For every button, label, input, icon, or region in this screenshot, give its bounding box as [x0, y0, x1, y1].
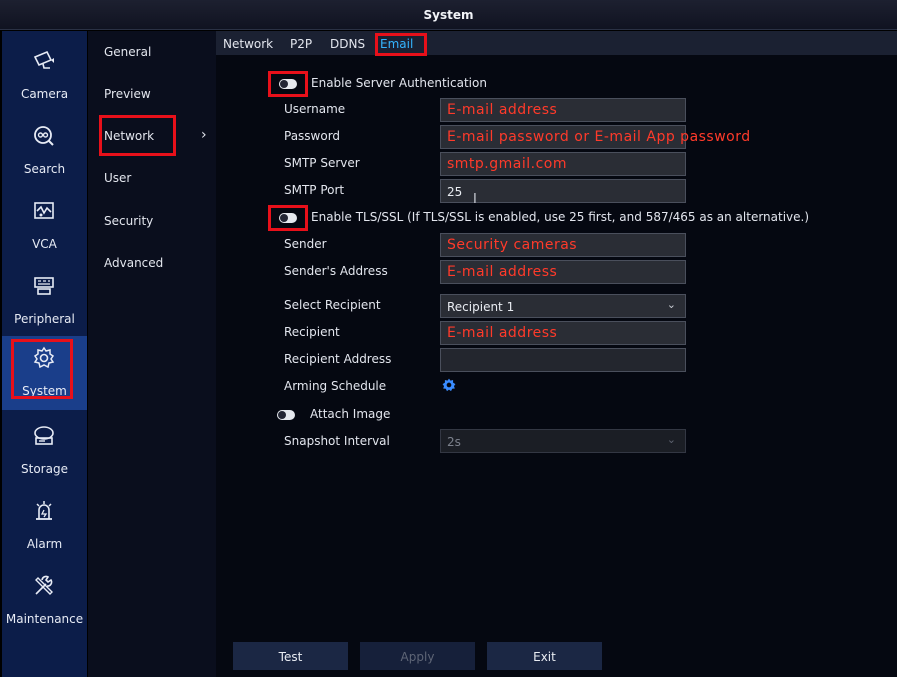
smtp-port-label: SMTP Port: [284, 183, 345, 197]
test-button[interactable]: Test: [233, 642, 348, 670]
tab-bar: Network P2P DDNS Email: [216, 31, 897, 55]
subnav-item-security[interactable]: Security: [104, 214, 153, 228]
text-cursor-icon: I: [473, 192, 477, 207]
select-recipient-value: Recipient 1: [447, 300, 515, 314]
smtp-port-field[interactable]: 25: [440, 179, 686, 203]
tab-p2p[interactable]: P2P: [290, 37, 312, 51]
chevron-right-icon: ›: [201, 127, 207, 143]
system-gear-icon: [33, 346, 55, 369]
left-nav: Camera Search VCA Peripheral System Stor…: [2, 31, 87, 677]
chevron-down-icon: ⌄: [666, 433, 676, 446]
snapshot-interval-label: Snapshot Interval: [284, 434, 390, 448]
exit-button[interactable]: Exit: [487, 642, 602, 670]
tab-email[interactable]: Email: [380, 37, 413, 51]
recipient-address-field[interactable]: [440, 348, 686, 372]
server-auth-label: Enable Server Authentication: [311, 76, 487, 90]
username-label: Username: [284, 102, 346, 116]
nav-search[interactable]: Search: [2, 114, 87, 188]
sender-label: Sender: [284, 237, 327, 251]
maintenance-icon: [35, 575, 53, 595]
smtp-server-field[interactable]: smtp.gmail.com: [440, 152, 686, 176]
window-title: System: [423, 8, 474, 22]
password-label: Password: [284, 129, 341, 143]
attach-image-label: Attach Image: [310, 407, 391, 421]
subnav-item-preview[interactable]: Preview: [104, 87, 151, 101]
smtp-server-label: SMTP Server: [284, 156, 360, 170]
nav-peripheral[interactable]: Peripheral: [2, 264, 87, 338]
sender-address-field[interactable]: E-mail address: [440, 260, 686, 284]
nav-system[interactable]: System: [2, 336, 87, 410]
nav-maintenance[interactable]: Maintenance: [2, 564, 87, 638]
subnav-item-advanced[interactable]: Advanced: [104, 256, 163, 270]
tab-network[interactable]: Network: [223, 37, 273, 51]
password-field[interactable]: E-mail password or E-mail App password: [440, 125, 750, 149]
search-icon: [34, 126, 54, 146]
apply-button[interactable]: Apply: [360, 642, 475, 670]
server-auth-toggle[interactable]: [279, 79, 297, 89]
recipient-address-label: Recipient Address: [284, 352, 392, 366]
arming-schedule-label: Arming Schedule: [284, 379, 387, 393]
subnav-item-user[interactable]: User: [104, 171, 131, 185]
nav-camera[interactable]: Camera: [2, 39, 87, 113]
camera-icon: [33, 50, 54, 69]
main-panel: Network P2P DDNS Email Enable Server Aut…: [216, 31, 897, 677]
nav-label: VCA: [32, 237, 57, 251]
nav-alarm[interactable]: Alarm: [2, 489, 87, 563]
nav-label: Camera: [20, 87, 69, 101]
attach-image-toggle[interactable]: [277, 410, 295, 420]
snapshot-interval-value: 2s: [447, 435, 461, 449]
nav-label: Maintenance: [5, 612, 84, 626]
tls-toggle[interactable]: [279, 213, 297, 223]
tab-ddns[interactable]: DDNS: [330, 37, 365, 51]
peripheral-icon: [34, 277, 54, 295]
nav-storage[interactable]: Storage: [2, 414, 87, 488]
snapshot-interval-dropdown: 2s ⌄: [440, 429, 686, 453]
select-recipient-label: Select Recipient: [284, 298, 381, 312]
recipient-field[interactable]: E-mail address: [440, 321, 686, 345]
alarm-icon: [36, 501, 52, 520]
sender-field[interactable]: Security cameras: [440, 233, 686, 257]
vca-icon: [34, 202, 54, 219]
subnav-item-network[interactable]: Network: [104, 129, 154, 143]
arming-schedule-gear-icon[interactable]: [442, 378, 456, 392]
subnav-item-general[interactable]: General: [104, 45, 151, 59]
nav-label: Search: [23, 162, 66, 176]
nav-label: Alarm: [26, 537, 63, 551]
chevron-down-icon: ⌄: [666, 298, 676, 311]
tls-label: Enable TLS/SSL (If TLS/SSL is enabled, u…: [311, 210, 810, 224]
nav-label: System: [22, 384, 67, 398]
select-recipient-dropdown[interactable]: Recipient 1 ⌄: [440, 294, 686, 318]
username-field[interactable]: E-mail address: [440, 98, 686, 122]
nav-vca[interactable]: VCA: [2, 189, 87, 263]
title-bar: System: [0, 0, 897, 30]
nav-label: Storage: [21, 462, 68, 476]
sender-address-label: Sender's Address: [284, 264, 388, 278]
recipient-label: Recipient: [284, 325, 340, 339]
sub-nav: General Preview Network › User Security …: [88, 31, 216, 677]
storage-icon: [34, 426, 54, 445]
nav-label: Peripheral: [14, 312, 75, 326]
